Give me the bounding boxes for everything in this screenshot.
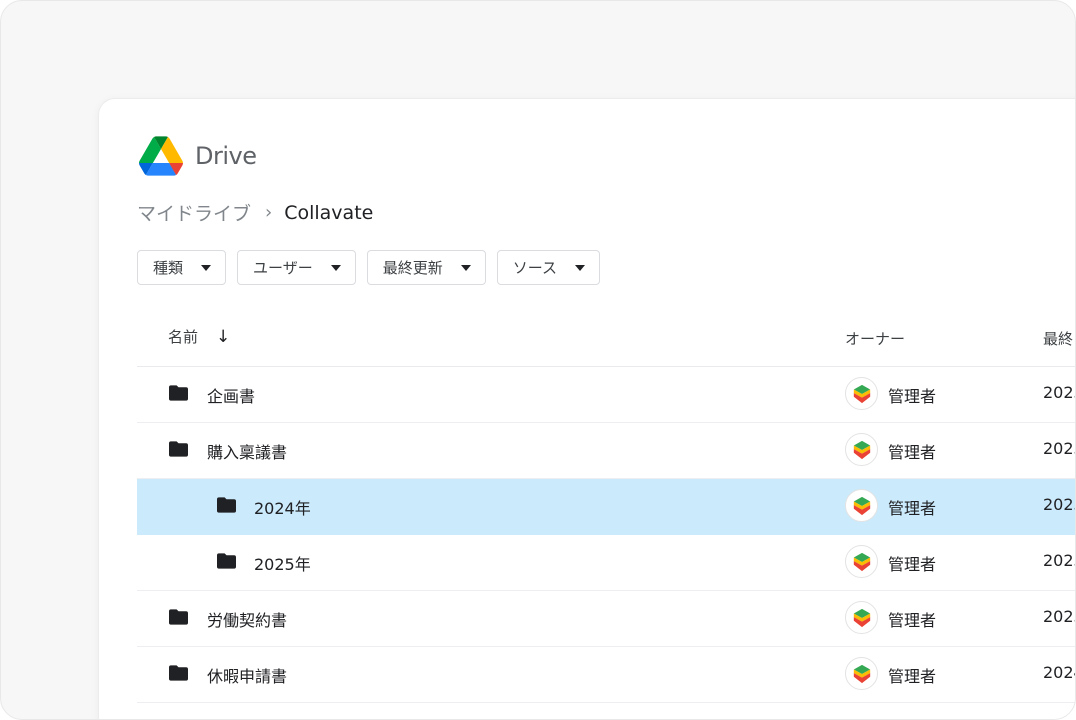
drive-window: Drive マイドライブ › Collavate 種類 ユーザー 最終更新 ソー… — [99, 99, 1075, 719]
owner-avatar — [845, 489, 878, 522]
chevron-right-icon: › — [265, 202, 273, 223]
file-row[interactable]: 2024年 管理者 2025 — [137, 479, 1075, 535]
owner-name: 管理者 — [888, 611, 937, 630]
modified-date: 2024 — [1043, 663, 1075, 682]
caret-down-icon — [575, 264, 585, 271]
owner-avatar — [845, 377, 878, 410]
owner-name: 管理者 — [888, 443, 937, 462]
file-name: 購入稟議書 — [207, 443, 288, 462]
filter-label: ユーザー — [253, 259, 313, 277]
file-name: 2024年 — [254, 499, 311, 518]
owner-name: 管理者 — [888, 387, 937, 406]
folder-icon — [217, 497, 236, 513]
owner-avatar — [845, 545, 878, 578]
file-row[interactable]: 2025年 管理者 2025 — [137, 535, 1075, 591]
caret-down-icon — [201, 264, 212, 271]
filter-label: 最終更新 — [382, 259, 443, 277]
file-name: 2025年 — [254, 555, 311, 574]
modified-date: 2025 — [1043, 495, 1075, 514]
column-name-header[interactable]: 名前 ↓ — [168, 326, 230, 347]
file-row[interactable]: 購入稟議書 管理者 2025 — [137, 423, 1075, 479]
file-list: 企画書管理者2025購入稟議書管理者20252024年管理者20252025年管… — [137, 367, 1075, 703]
file-name: 休暇申請書 — [207, 667, 288, 686]
folder-icon — [217, 553, 236, 569]
background-frame: Drive マイドライブ › Collavate 種類 ユーザー 最終更新 ソー… — [0, 0, 1076, 720]
breadcrumb-current-folder[interactable]: Collavate — [284, 202, 373, 224]
filter-modified-button[interactable]: 最終更新 — [366, 250, 486, 285]
owner-name: 管理者 — [888, 667, 937, 686]
column-name-label: 名前 — [168, 328, 199, 346]
filter-type-button[interactable]: 種類 — [137, 250, 227, 285]
breadcrumb-my-drive[interactable]: マイドライブ — [137, 199, 251, 226]
modified-date: 2025 — [1043, 383, 1075, 402]
filter-user-button[interactable]: ユーザー — [237, 250, 356, 285]
filter-bar: 種類 ユーザー 最終更新 ソース — [137, 250, 611, 285]
file-row[interactable]: 休暇申請書 管理者 2024 — [137, 647, 1075, 703]
modified-date: 2025 — [1043, 551, 1075, 570]
filter-source-button[interactable]: ソース — [496, 250, 600, 285]
file-name: 企画書 — [207, 387, 256, 406]
file-row[interactable]: 労働契約書 管理者 2025 — [137, 591, 1075, 647]
app-header: Drive — [139, 135, 257, 177]
folder-icon — [169, 385, 188, 401]
owner-avatar — [845, 433, 878, 466]
column-owner-header[interactable]: オーナー — [845, 328, 905, 349]
app-title: Drive — [195, 142, 257, 170]
google-drive-logo-icon — [139, 136, 183, 176]
column-modified-header[interactable]: 最終 — [1043, 328, 1073, 349]
owner-avatar — [845, 601, 878, 634]
modified-date: 2025 — [1043, 439, 1075, 458]
folder-icon — [169, 441, 188, 457]
breadcrumb: マイドライブ › Collavate — [137, 199, 373, 226]
owner-name: 管理者 — [888, 555, 937, 574]
file-row[interactable]: 企画書 管理者 2025 — [137, 367, 1075, 423]
filter-label: 種類 — [153, 259, 184, 277]
owner-name: 管理者 — [888, 499, 937, 518]
caret-down-icon — [330, 264, 341, 271]
arrow-down-icon[interactable]: ↓ — [216, 327, 230, 347]
folder-icon — [169, 665, 188, 681]
caret-down-icon — [460, 264, 471, 271]
folder-icon — [169, 609, 188, 625]
owner-avatar — [845, 657, 878, 690]
file-name: 労働契約書 — [207, 611, 288, 630]
modified-date: 2025 — [1043, 607, 1075, 626]
file-list-header: 名前 ↓ オーナー 最終 — [137, 314, 1075, 367]
filter-label: ソース — [512, 259, 557, 277]
